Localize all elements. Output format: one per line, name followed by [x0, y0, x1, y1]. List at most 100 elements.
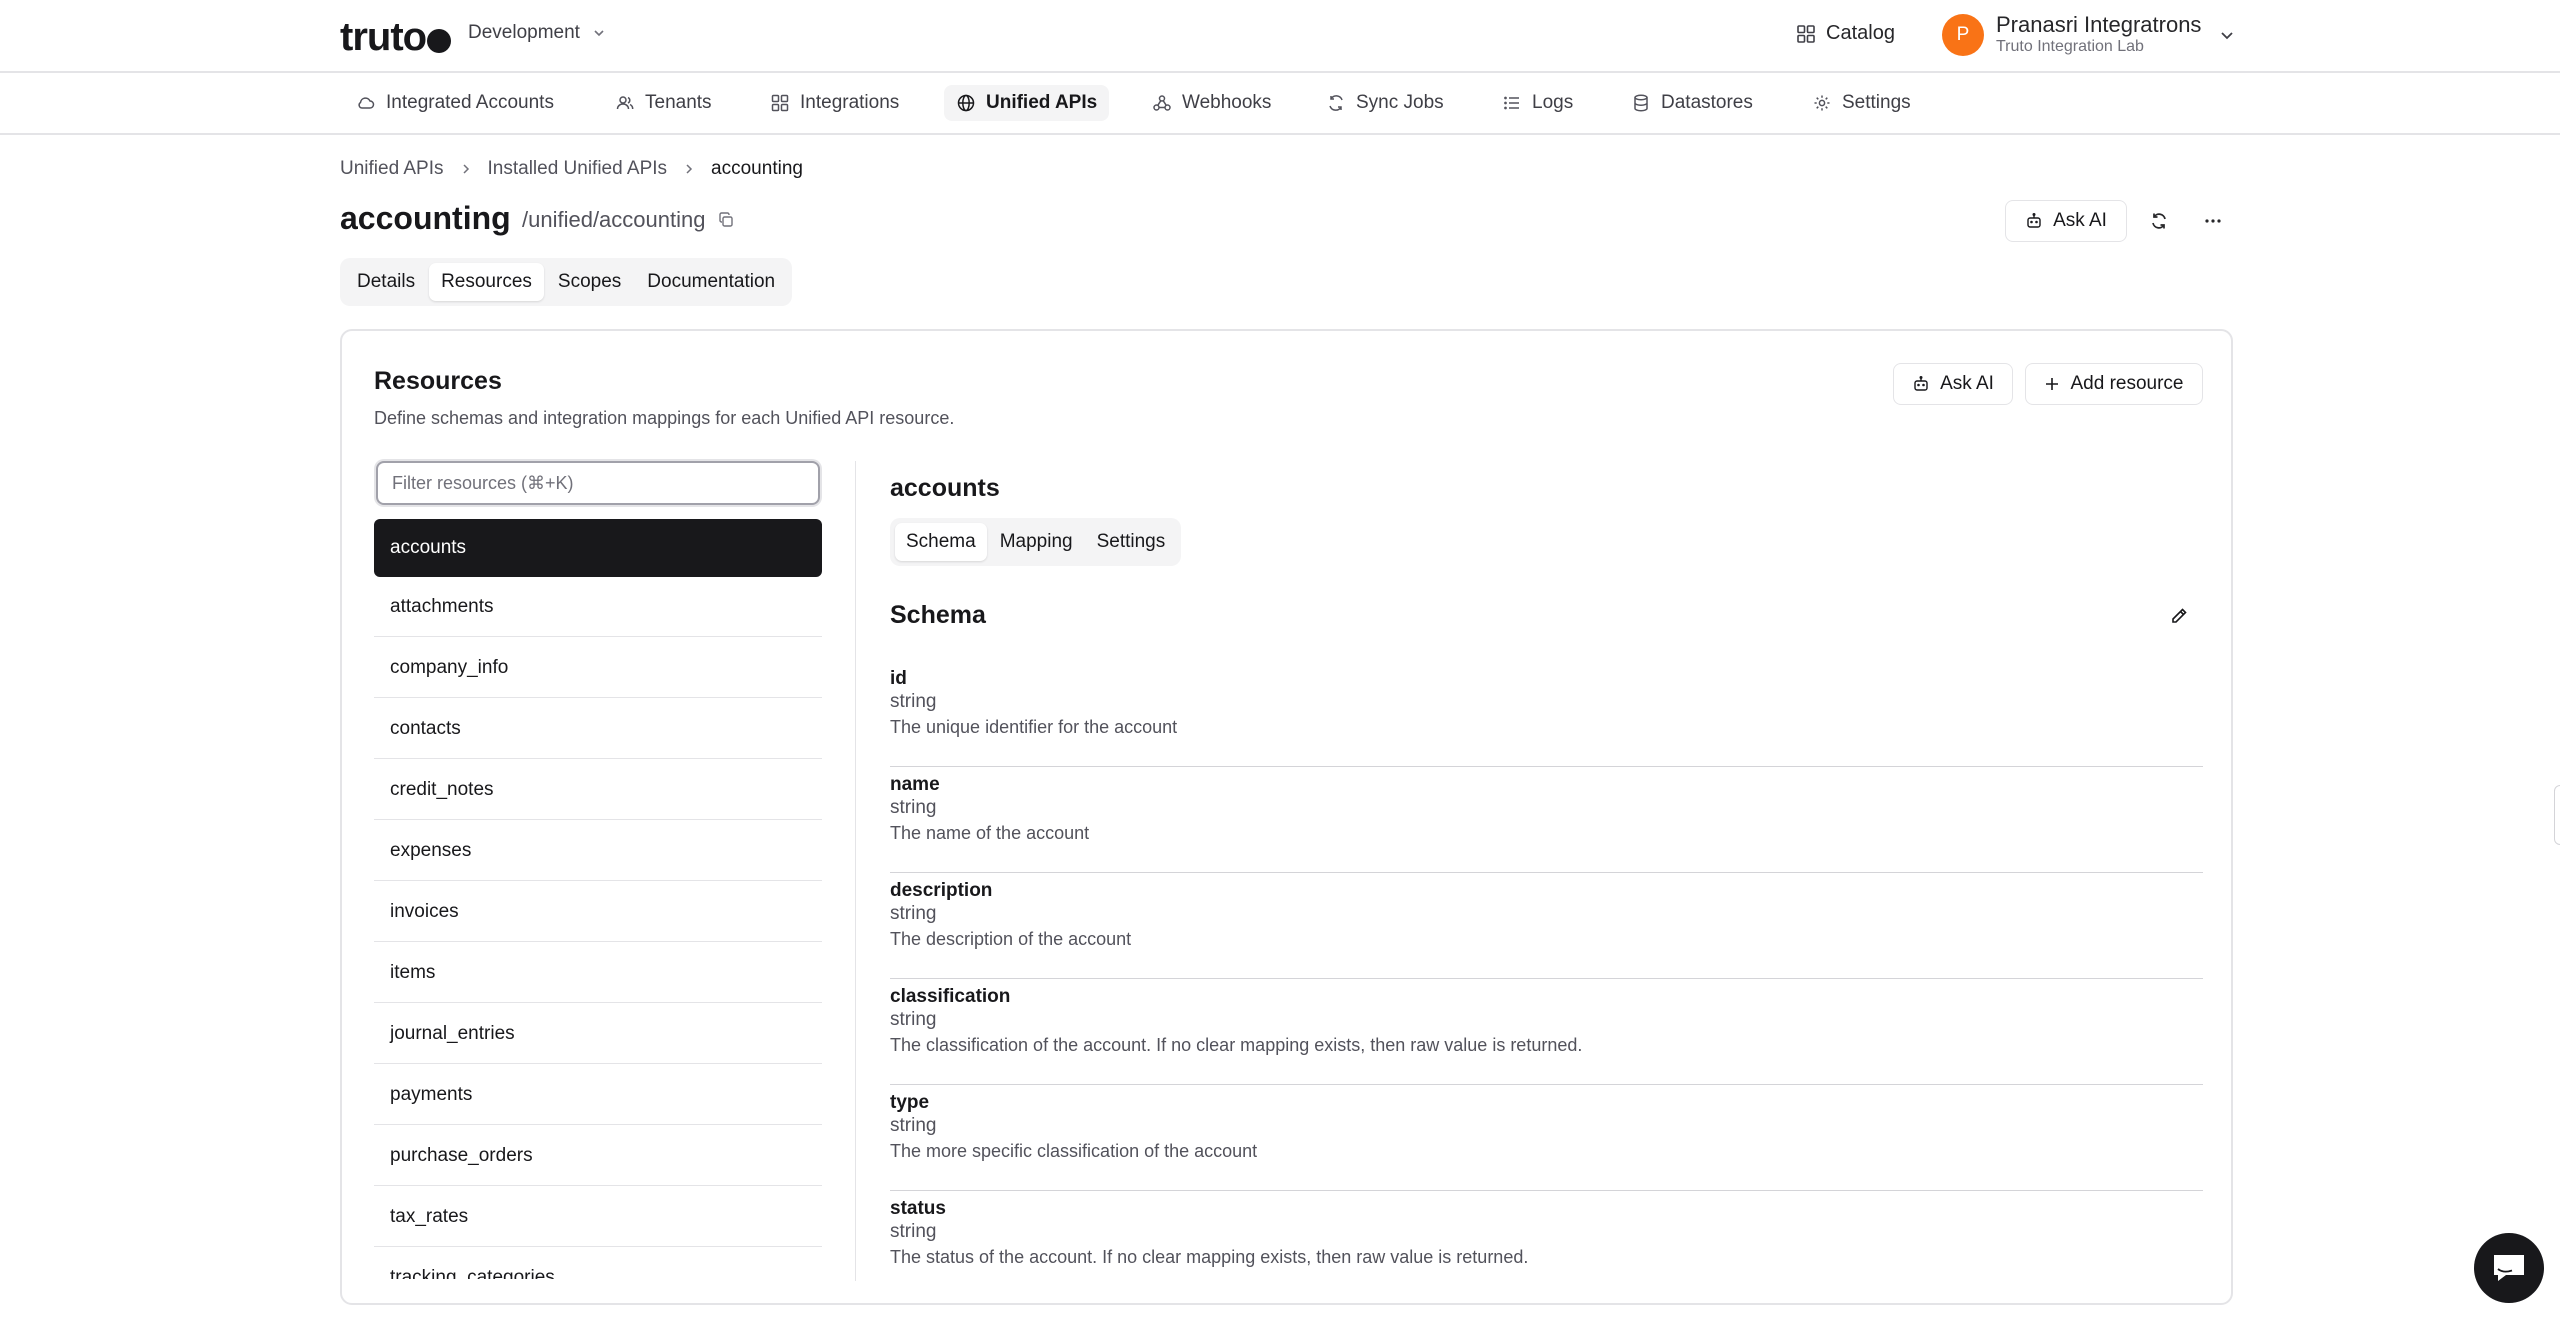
nav-item-integrations[interactable]: Integrations — [758, 85, 911, 121]
main-nav: Integrated Accounts Tenants Integrations… — [0, 73, 2560, 135]
resource-item-expenses[interactable]: expenses — [374, 821, 822, 881]
nav-item-sync-jobs[interactable]: Sync Jobs — [1314, 85, 1456, 121]
resource-item-items[interactable]: items — [374, 943, 822, 1003]
resource-item-contacts[interactable]: contacts — [374, 699, 822, 759]
nav-label: Settings — [1842, 92, 1911, 113]
user-name: Pranasri Integratrons — [1996, 12, 2202, 37]
resource-item-accounts[interactable]: accounts — [374, 519, 822, 577]
avatar: P — [1942, 14, 1984, 56]
nav-label: Webhooks — [1182, 92, 1272, 113]
chevron-right-icon — [460, 163, 472, 175]
resource-detail-title: accounts — [890, 474, 1000, 502]
add-resource-button[interactable]: Add resource — [2025, 363, 2203, 405]
tab-documentation[interactable]: Documentation — [635, 263, 787, 301]
nav-item-unified-apis[interactable]: Unified APIs — [944, 85, 1110, 121]
nav-label: Integrations — [800, 92, 900, 113]
top-bar: truto Development Catalog P Pranasri Int… — [0, 0, 2560, 73]
add-resource-label: Add resource — [2070, 373, 2184, 394]
schema-field: status string The status of the account.… — [890, 1191, 2203, 1297]
field-type: string — [890, 1115, 937, 1136]
nav-item-datastores[interactable]: Datastores — [1619, 85, 1765, 121]
edit-schema-button[interactable] — [2164, 601, 2194, 631]
schema-field: description string The description of th… — [890, 873, 2203, 979]
resource-item-company-info[interactable]: company_info — [374, 638, 822, 698]
schema-field: name string The name of the account — [890, 767, 2203, 873]
breadcrumb-unified-apis[interactable]: Unified APIs — [340, 158, 444, 180]
refresh-icon — [2149, 211, 2169, 231]
field-type: string — [890, 903, 937, 924]
schema-field-list: id string The unique identifier for the … — [890, 661, 2203, 1297]
resource-item-tracking-categories[interactable]: tracking_categories — [374, 1248, 822, 1280]
nav-item-integrated-accounts[interactable]: Integrated Accounts — [344, 85, 566, 121]
pencil-icon — [2169, 606, 2189, 626]
gear-icon — [1812, 93, 1832, 113]
resource-item-credit-notes[interactable]: credit_notes — [374, 760, 822, 820]
environment-selector[interactable]: Development — [468, 22, 606, 44]
resource-list: accounts attachments company_info contac… — [374, 519, 822, 1279]
field-description: The name of the account — [890, 823, 1090, 843]
resource-item-invoices[interactable]: invoices — [374, 882, 822, 942]
catalog-label: Catalog — [1826, 22, 1895, 44]
filter-resources-input[interactable] — [376, 461, 820, 505]
ask-ai-label: Ask AI — [1940, 373, 1994, 394]
grid-icon — [1796, 24, 1816, 44]
page-path-text: /unified/accounting — [522, 207, 706, 232]
more-horizontal-icon — [2203, 211, 2223, 231]
field-description: The more specific classification of the … — [890, 1141, 1258, 1161]
tab-details[interactable]: Details — [345, 263, 427, 301]
ask-ai-button[interactable]: Ask AI — [2005, 200, 2127, 242]
panel-divider — [855, 461, 856, 1281]
list-icon — [1502, 93, 1522, 113]
copy-icon[interactable] — [717, 211, 735, 229]
field-type: string — [890, 797, 937, 818]
side-feedback-tab[interactable] — [2554, 785, 2560, 845]
bot-icon — [2025, 212, 2043, 230]
chevron-down-icon — [592, 26, 606, 40]
more-options-button[interactable] — [2196, 206, 2230, 236]
resource-item-tax-rates[interactable]: tax_rates — [374, 1187, 822, 1247]
resources-ask-ai-button[interactable]: Ask AI — [1893, 363, 2013, 405]
field-name: status — [890, 1198, 946, 1219]
tab-resource-settings[interactable]: Settings — [1086, 523, 1177, 561]
schema-field: type string The more specific classifica… — [890, 1085, 2203, 1191]
resources-title: Resources — [374, 367, 502, 395]
tab-scopes[interactable]: Scopes — [546, 263, 633, 301]
breadcrumb-current: accounting — [711, 158, 803, 179]
schema-heading: Schema — [890, 601, 986, 629]
truto-logo[interactable]: truto — [340, 15, 452, 60]
tab-resources[interactable]: Resources — [429, 263, 544, 301]
sync-icon — [1326, 93, 1346, 113]
nav-label: Logs — [1532, 92, 1574, 113]
tab-schema[interactable]: Schema — [895, 523, 987, 561]
resource-item-attachments[interactable]: attachments — [374, 577, 822, 637]
nav-label: Integrated Accounts — [386, 92, 554, 113]
field-type: string — [890, 691, 937, 712]
page-tabs: Details Resources Scopes Documentation — [340, 258, 793, 306]
user-menu[interactable]: P Pranasri Integratrons Truto Integratio… — [1942, 13, 2235, 57]
nav-label: Unified APIs — [986, 92, 1098, 113]
resources-card: Resources Define schemas and integration… — [340, 329, 2233, 1305]
nav-label: Sync Jobs — [1356, 92, 1444, 113]
breadcrumb-installed-unified-apis[interactable]: Installed Unified APIs — [488, 158, 668, 180]
nav-item-webhooks[interactable]: Webhooks — [1140, 85, 1283, 121]
resources-description: Define schemas and integration mappings … — [374, 408, 955, 428]
nav-item-logs[interactable]: Logs — [1490, 85, 1585, 121]
page-path: /unified/accounting — [522, 207, 735, 233]
nav-item-tenants[interactable]: Tenants — [603, 85, 724, 121]
resource-item-payments[interactable]: payments — [374, 1065, 822, 1125]
tab-mapping[interactable]: Mapping — [989, 523, 1084, 561]
resource-item-purchase-orders[interactable]: purchase_orders — [374, 1126, 822, 1186]
field-description: The classification of the account. If no… — [890, 1035, 1583, 1055]
nav-label: Tenants — [645, 92, 712, 113]
chevron-right-icon — [683, 163, 695, 175]
chat-widget-button[interactable] — [2474, 1233, 2544, 1303]
resource-item-journal-entries[interactable]: journal_entries — [374, 1004, 822, 1064]
environment-label: Development — [468, 22, 580, 43]
refresh-button[interactable] — [2142, 206, 2176, 236]
catalog-button[interactable]: Catalog — [1796, 22, 1895, 45]
ask-ai-label: Ask AI — [2053, 210, 2107, 231]
field-name: type — [890, 1092, 930, 1113]
cloud-icon — [356, 93, 376, 113]
nav-item-settings[interactable]: Settings — [1800, 85, 1923, 121]
breadcrumb: Unified APIs Installed Unified APIs acco… — [340, 158, 803, 180]
